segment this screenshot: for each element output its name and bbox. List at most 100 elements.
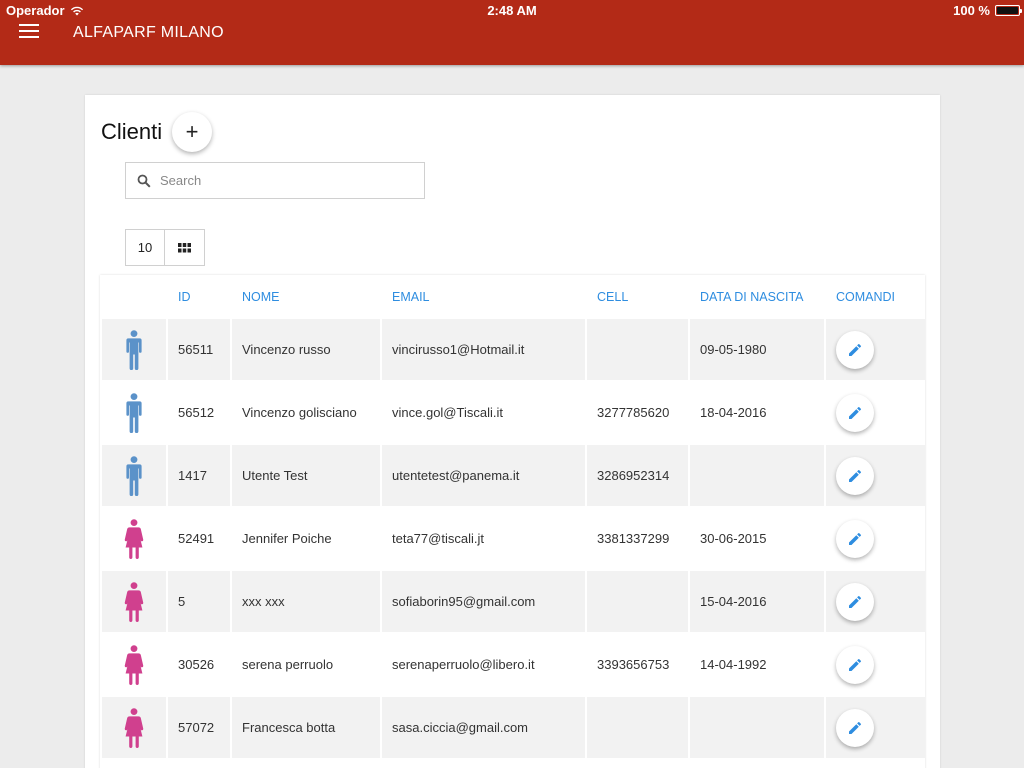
edit-button[interactable] <box>836 645 874 684</box>
page-title: Clienti <box>101 119 163 144</box>
female-icon <box>124 518 144 559</box>
header-cell[interactable]: CELL <box>587 277 688 317</box>
female-icon <box>124 707 144 748</box>
commands-cell <box>826 508 925 569</box>
edit-button[interactable] <box>836 582 874 621</box>
commands-cell <box>826 319 925 380</box>
edit-button[interactable] <box>836 708 874 747</box>
birth-date-cell: 09-05-1980 <box>690 319 824 380</box>
cell-phone-cell <box>587 571 688 632</box>
gender-cell <box>102 319 166 380</box>
status-time: 2:48 AM <box>487 3 537 18</box>
email-cell: vince.gol@Tiscali.it <box>382 382 585 443</box>
email-cell: sasa.ciccia@gmail.com <box>382 697 585 758</box>
table-row[interactable]: 30526 serena perruolo serenaperruolo@liber… <box>102 634 925 695</box>
female-icon <box>124 644 144 685</box>
commands-cell <box>826 571 925 632</box>
table-row[interactable]: 57072 Francesca botta sasa.ciccia@gmail.co… <box>102 697 925 758</box>
male-icon <box>125 392 143 433</box>
header-gender <box>102 277 166 317</box>
cell-phone-cell: 3286952314 <box>587 445 688 506</box>
table-row[interactable]: 5 xxx xxx sofiaborin95@gmail.com 15-04-2016 <box>102 571 925 632</box>
hamburger-menu-icon[interactable] <box>19 24 39 40</box>
table-row[interactable]: 56511 Vincenzo russo vincirusso1@Hotmail.i… <box>102 319 925 380</box>
commands-cell <box>826 445 925 506</box>
cell-phone-cell <box>587 697 688 758</box>
app-bar: Operador 2:48 AM 100 % ALFAPARF MILANO <box>0 0 1024 65</box>
id-cell: 57072 <box>168 697 230 758</box>
female-icon <box>124 581 144 622</box>
plus-icon: + <box>185 119 199 144</box>
id-cell: 5 <box>168 571 230 632</box>
name-cell: Vincenzo russo <box>232 319 380 380</box>
cell-phone-cell: 3393656753 <box>587 634 688 695</box>
search-box <box>125 162 425 199</box>
gender-cell <box>102 634 166 695</box>
header-id[interactable]: ID <box>168 277 230 317</box>
id-cell: 30526 <box>168 634 230 695</box>
email-cell: serenaperruolo@libero.it <box>382 634 585 695</box>
male-icon <box>125 455 143 496</box>
birth-date-cell: 14-04-1992 <box>690 634 824 695</box>
edit-button[interactable] <box>836 330 874 369</box>
name-cell: Vincenzo golisciano <box>232 382 380 443</box>
email-cell: teta77@tiscali.jt <box>382 508 585 569</box>
pencil-icon <box>848 532 862 546</box>
header-commands: COMANDI <box>836 290 896 304</box>
gender-cell <box>102 508 166 569</box>
table-header-row: ID NOME EMAIL CELL DATA DI NASCITA COMAN… <box>102 277 925 317</box>
name-cell: Francesca botta <box>232 697 380 758</box>
email-cell: vincirusso1@Hotmail.it <box>382 319 585 380</box>
battery-percent: 100 % <box>953 3 990 18</box>
grid-view-icon[interactable] <box>165 229 205 266</box>
table-row[interactable]: 52491 Jennifer Poiche teta77@tiscali.jt 338… <box>102 508 925 569</box>
cell-phone-cell <box>587 319 688 380</box>
gender-cell <box>102 697 166 758</box>
header-email[interactable]: EMAIL <box>382 277 585 317</box>
birth-date-cell: 30-06-2015 <box>690 508 824 569</box>
edit-button[interactable] <box>836 519 874 558</box>
pencil-icon <box>848 406 862 420</box>
birth-date-cell <box>690 697 824 758</box>
commands-cell <box>826 382 925 443</box>
pencil-icon <box>848 469 862 483</box>
edit-button[interactable] <box>836 393 874 432</box>
header-name[interactable]: NOME <box>232 277 380 317</box>
cell-phone-cell: 3277785620 <box>587 382 688 443</box>
pencil-icon <box>848 343 862 357</box>
view-controls: 10 <box>125 229 205 266</box>
id-cell: 52491 <box>168 508 230 569</box>
birth-date-cell: 15-04-2016 <box>690 571 824 632</box>
gender-cell <box>102 445 166 506</box>
add-client-button[interactable]: + <box>172 112 212 152</box>
table-row[interactable]: 1417 Utente Test utentetest@panema.it 32869… <box>102 445 925 506</box>
clients-table: ID NOME EMAIL CELL DATA DI NASCITA COMAN… <box>100 275 925 768</box>
pencil-icon <box>848 658 862 672</box>
search-icon <box>137 174 151 188</box>
commands-cell <box>826 634 925 695</box>
birth-date-cell: 18-04-2016 <box>690 382 824 443</box>
id-cell: 56512 <box>168 382 230 443</box>
pencil-icon <box>848 721 862 735</box>
cell-phone-cell: 3381337299 <box>587 508 688 569</box>
page-size-select[interactable]: 10 <box>125 229 165 266</box>
id-cell: 1417 <box>168 445 230 506</box>
header-birth-date[interactable]: DATA DI NASCITA <box>690 277 824 317</box>
name-cell: serena perruolo <box>232 634 380 695</box>
edit-button[interactable] <box>836 456 874 495</box>
pencil-icon <box>848 595 862 609</box>
email-cell: sofiaborin95@gmail.com <box>382 571 585 632</box>
name-cell: Utente Test <box>232 445 380 506</box>
name-cell: Jennifer Poiche <box>232 508 380 569</box>
table-row[interactable]: 56512 Vincenzo golisciano vince.gol@Tiscal… <box>102 382 925 443</box>
email-cell: utentetest@panema.it <box>382 445 585 506</box>
search-input[interactable] <box>160 173 400 188</box>
commands-cell <box>826 697 925 758</box>
gender-cell <box>102 571 166 632</box>
birth-date-cell <box>690 445 824 506</box>
clients-card: Clienti + 10 <box>85 95 940 768</box>
gender-cell <box>102 382 166 443</box>
battery: 100 % <box>953 3 1022 18</box>
id-cell: 56511 <box>168 319 230 380</box>
name-cell: xxx xxx <box>232 571 380 632</box>
